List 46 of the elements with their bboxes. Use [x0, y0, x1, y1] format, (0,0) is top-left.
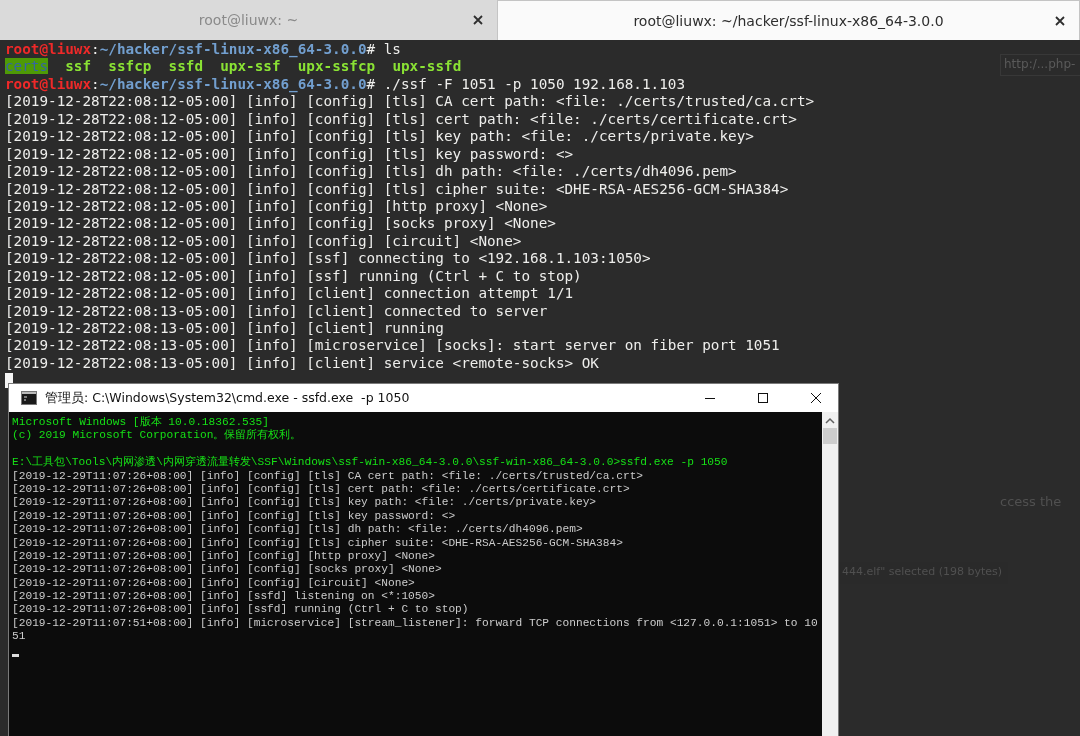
close-icon	[810, 393, 821, 403]
log-line: [2019-12-28T22:08:13-05:00] [info] [client] service <remote-socks> OK	[5, 354, 599, 373]
log-line: [2019-12-28T22:08:12-05:00] [info] [config] [tls] CA cert path: <file: ./certs/trusted/ca.crt>	[5, 93, 815, 111]
log-line: [2019-12-29T11:07:26+08:00] [info] [config] [tls] key path: <file: ./certs/private.key>	[12, 496, 597, 510]
log-line: [2019-12-28T22:08:13-05:00] [info] [client] connected to server	[5, 302, 548, 320]
log-line: [2019-12-28T22:08:12-05:00] [info] [config] [tls] dh path: <file: ./certs/dh4096.pem>	[5, 163, 737, 181]
log-line: [2019-12-28T22:08:12-05:00] [info] [config] [socks proxy] <None>	[5, 215, 556, 233]
log-line: [2019-12-29T11:07:51+08:00] [info] [microservice] [stream_listener]: forward TCP connections from <127.0.0.1:1051> to 10	[12, 616, 818, 631]
log-line: [2019-12-28T22:08:12-05:00] [info] [config] [circuit] <None>	[5, 232, 522, 251]
log-line: [2019-12-28T22:08:12-05:00] [info] [config] [tls] cipher suite: <DHE-RSA-AES256-GCM-SHA384>	[5, 180, 789, 198]
ls-output: certs ssf ssfcp ssfd upx-ssf upx-ssfcp upx-ssfd	[5, 58, 462, 76]
console-line: (c) 2019 Microsoft Corporation。保留所有权利。	[12, 429, 302, 443]
log-line: [2019-12-29T11:07:26+08:00] [info] [config] [tls] cert path: <file: ./certs/certificate.crt>	[12, 482, 630, 497]
log-line: 51	[12, 630, 26, 644]
chevron-up-icon[interactable]	[825, 416, 835, 426]
window-title: 管理员: C:\Windows\System32\cmd.exe - ssfd.exe -p 1050	[45, 389, 411, 407]
maximize-icon	[757, 393, 768, 403]
log-line: [2019-12-28T22:08:12-05:00] [info] [ssf] running (Ctrl + C to stop)	[5, 267, 582, 286]
scrollbar[interactable]	[822, 412, 838, 736]
log-line: [2019-12-29T11:07:26+08:00] [info] [config] [tls] dh path: <file: ./certs/dh4096.pem>	[12, 523, 583, 537]
scrollbar-thumb[interactable]	[823, 428, 837, 444]
terminal-tab[interactable]: root@liuwx: ~/hacker/ssf-linux-x86_64-3.0.0	[498, 0, 1080, 40]
log-line: [2019-12-28T22:08:12-05:00] [info] [config] [http proxy] <None>	[5, 197, 548, 216]
log-line: [2019-12-28T22:08:12-05:00] [info] [ssf] connecting to <192.168.1.103:1050>	[5, 250, 651, 268]
log-line: [2019-12-29T11:07:26+08:00] [info] [config] [tls] key password: <>	[12, 509, 456, 524]
console-icon	[21, 391, 37, 405]
log-line: [2019-12-28T22:08:12-05:00] [info] [config] [tls] key path: <file: ./certs/private.key>	[5, 128, 754, 146]
prompt-line: root@liuwx:~/hacker/ssf-linux-x86_64-3.0.0# ./ssf -F 1051 -p 1050 192.168.1.103	[5, 75, 685, 94]
log-line: [2019-12-29T11:07:26+08:00] [info] [config] [http proxy] <None>	[12, 549, 435, 564]
log-line: [2019-12-28T22:08:13-05:00] [info] [client] running	[5, 320, 444, 338]
console-line: E:\工具包\Tools\内网渗透\内网穿透流量转发\SSF\Windows\ssf-win-x86_64-3.0.0\ssf-win-x86_64-3.0.0>ssfd.exe -p 1050	[12, 456, 728, 470]
log-line: [2019-12-29T11:07:26+08:00] [info] [ssfd] listening on <*:1050>	[12, 590, 435, 604]
log-line: [2019-12-28T22:08:12-05:00] [info] [config] [tls] cert path: <file: ./certs/certificate.crt>	[5, 110, 797, 129]
log-line: [2019-12-28T22:08:12-05:00] [info] [config] [tls] key password: <>	[5, 145, 574, 164]
log-line: [2019-12-28T22:08:12-05:00] [info] [client] connection attempt 1/1	[5, 285, 574, 303]
close-icon[interactable]	[1055, 16, 1065, 26]
log-line: [2019-12-28T22:08:13-05:00] [info] [microservice] [socks]: start server on fiber port 1051	[5, 337, 780, 355]
log-line: [2019-12-29T11:07:26+08:00] [info] [ssfd] running (Ctrl + C to stop)	[12, 603, 469, 617]
log-line: [2019-12-29T11:07:26+08:00] [info] [config] [tls] CA cert path: <file: ./certs/trusted/ca.crt>	[12, 469, 644, 483]
log-line: [2019-12-29T11:07:26+08:00] [info] [config] [circuit] <None>	[12, 576, 415, 591]
close-icon[interactable]	[473, 15, 483, 25]
console-line: Microsoft Windows [版本 10.0.18362.535]	[12, 416, 269, 429]
prompt-line: root@liuwx:~/hacker/ssf-linux-x86_64-3.0.0# ls	[5, 41, 401, 59]
log-line: [2019-12-29T11:07:26+08:00] [info] [config] [socks proxy] <None>	[12, 563, 442, 577]
text-cursor	[12, 653, 19, 657]
log-line: [2019-12-29T11:07:26+08:00] [info] [config] [tls] cipher suite: <DHE-RSA-AES256-GCM-SHA384>	[12, 536, 623, 550]
